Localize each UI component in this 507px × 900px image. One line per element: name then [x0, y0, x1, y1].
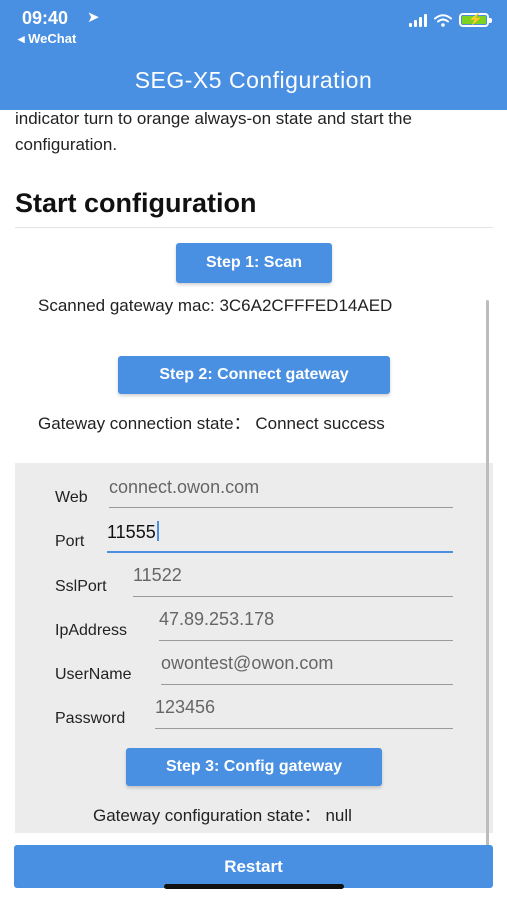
location-arrow-icon: ➤ — [87, 9, 100, 26]
sslport-field-underline — [133, 596, 453, 597]
web-label: Web — [55, 489, 88, 506]
config-gateway-button[interactable]: Step 3: Config gateway — [126, 748, 382, 786]
connect-gateway-button[interactable]: Step 2: Connect gateway — [118, 356, 390, 394]
status-indicators: ⚡ — [409, 12, 492, 27]
port-field-value: 11555 — [107, 522, 156, 542]
ipaddress-field[interactable]: 47.89.253.178 — [159, 609, 274, 630]
restart-button[interactable]: Restart — [14, 845, 493, 888]
username-field-underline — [161, 684, 453, 685]
password-field-underline — [155, 728, 453, 729]
port-field-underline — [107, 551, 453, 553]
port-field[interactable]: 11555 — [107, 521, 159, 543]
sslport-field[interactable]: 11522 — [133, 565, 182, 586]
intro-clip: indicator turn to orange always-on state… — [0, 110, 507, 162]
username-label: UserName — [55, 666, 132, 683]
scanned-mac-text: Scanned gateway mac: 3C6A2CFFFED14AED — [38, 296, 393, 315]
scan-button[interactable]: Step 1: Scan — [176, 243, 332, 283]
intro-text: indicator turn to orange always-on state… — [15, 110, 412, 154]
ipaddress-field-underline — [159, 640, 453, 641]
section-title: Start configuration — [15, 188, 257, 218]
text-caret — [156, 521, 159, 541]
status-time: 09:40 — [22, 8, 69, 28]
page-title: SEG-X5 Configuration — [134, 67, 373, 93]
configuration-state-text: Gateway configuration state： null — [93, 806, 352, 825]
cellular-signal-icon — [409, 13, 427, 27]
password-label: Password — [55, 710, 126, 727]
home-indicator — [164, 884, 344, 889]
username-field[interactable]: owontest@owon.com — [161, 653, 333, 674]
scrollbar[interactable] — [486, 300, 489, 848]
section-divider — [15, 227, 493, 228]
sslport-label: SslPort — [55, 578, 107, 595]
wifi-icon — [434, 13, 452, 27]
connection-state-text: Gateway connection state： Connect succes… — [38, 414, 385, 433]
password-field[interactable]: 123456 — [155, 697, 215, 718]
app-header: 09:40 ➤ ◂ WeChat ⚡ SEG-X5 Configuration — [0, 0, 507, 110]
battery-charging-icon: ⚡ — [459, 12, 492, 27]
web-field-underline — [109, 507, 453, 508]
port-label: Port — [55, 533, 85, 550]
web-field[interactable]: connect.owon.com — [109, 477, 259, 498]
back-to-wechat-link[interactable]: ◂ WeChat — [18, 31, 76, 47]
ipaddress-label: IpAddress — [55, 622, 128, 639]
